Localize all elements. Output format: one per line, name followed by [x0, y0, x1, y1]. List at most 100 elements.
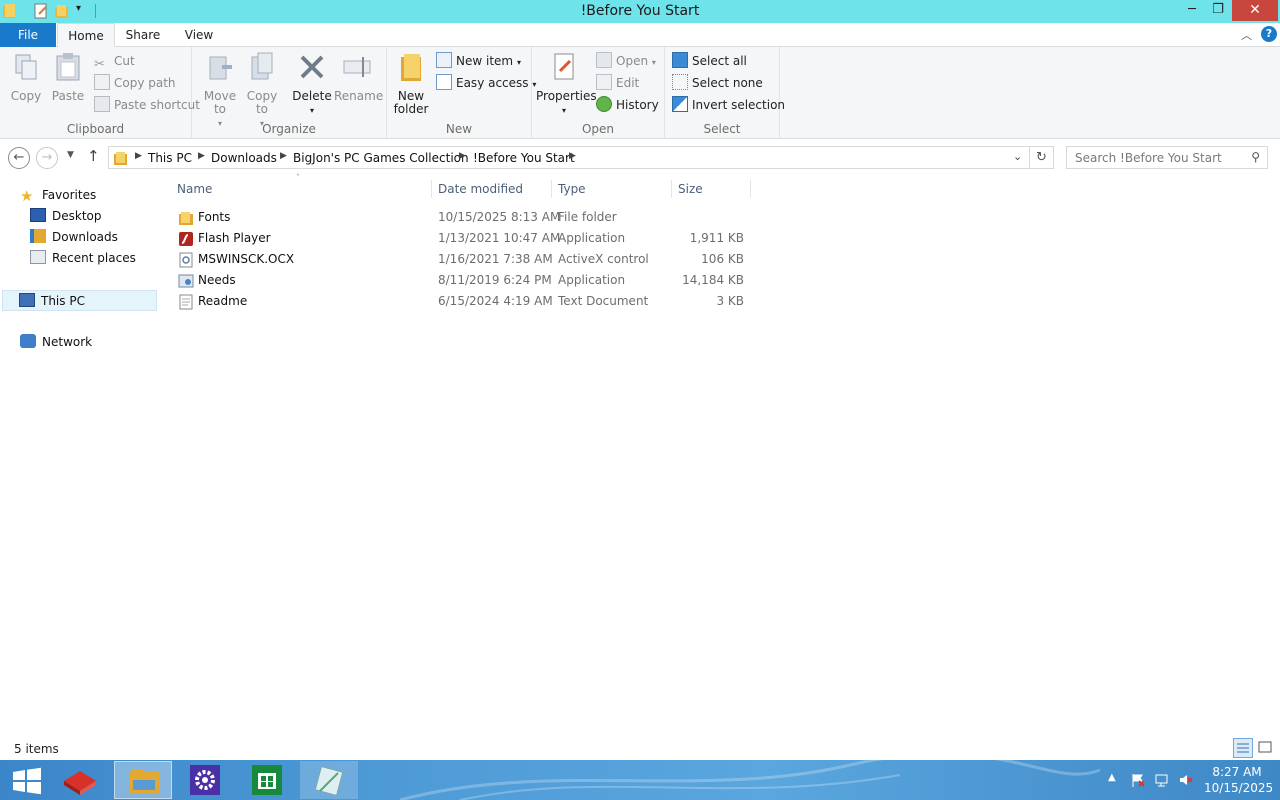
select-all-button[interactable]: Select all: [672, 51, 747, 71]
volume-muted-icon[interactable]: [1178, 772, 1194, 788]
nav-recent-places[interactable]: Recent places: [30, 248, 136, 268]
help-icon[interactable]: ?: [1261, 26, 1277, 42]
new-item-button[interactable]: New item ▾: [436, 51, 521, 71]
gear-icon: [190, 765, 220, 795]
refresh-button[interactable]: ↻: [1030, 146, 1054, 169]
close-button[interactable]: ✕: [1232, 0, 1278, 21]
clipboard-group: Copy Paste ✂ Cut Copy path Paste shortcut…: [0, 47, 200, 139]
taskbar-wave-decoration: [400, 760, 1100, 800]
column-header-name[interactable]: Name: [171, 180, 432, 198]
details-view-button[interactable]: [1233, 738, 1253, 758]
open-button[interactable]: Open ▾: [596, 51, 656, 71]
show-hidden-icons[interactable]: ▲: [1108, 772, 1124, 788]
breadcrumb-games-collection[interactable]: BigJon's PC Games Collection: [293, 151, 469, 165]
new-folder-button[interactable]: New folder: [391, 51, 431, 116]
file-row[interactable]: Readme 6/15/2024 4:19 AM Text Document 3…: [175, 291, 750, 312]
easy-access-button[interactable]: Easy access ▾: [436, 73, 536, 93]
taskbar-red-app[interactable]: [52, 761, 110, 799]
copy-path-button[interactable]: Copy path: [94, 73, 176, 93]
taskbar-notepad[interactable]: [300, 761, 358, 799]
tab-share[interactable]: Share: [118, 23, 168, 47]
rename-button[interactable]: Rename: [334, 51, 383, 103]
delete-button[interactable]: Delete ▾: [292, 51, 332, 117]
history-button[interactable]: History: [596, 95, 659, 115]
move-to-label: Move to: [203, 89, 237, 116]
network-tray-icon[interactable]: [1154, 772, 1170, 788]
nav-downloads-label: Downloads: [52, 230, 118, 244]
taskbar-clock[interactable]: 8:27 AM 10/15/2025: [1204, 764, 1274, 796]
recent-locations-icon[interactable]: ▼: [67, 150, 74, 160]
properties-button[interactable]: Properties ▾: [536, 51, 597, 117]
clock-time: 8:27 AM: [1212, 765, 1262, 779]
breadcrumb-separator-icon: ▶: [569, 151, 576, 161]
network-icon: [20, 334, 36, 348]
organize-group: Move to ▾ Copy to ▾ Delete ▾ Rename Organiz…: [192, 47, 387, 139]
breadcrumb-this-pc[interactable]: This PC: [148, 151, 192, 165]
refresh-icon: ↻: [1036, 150, 1047, 165]
file-row[interactable]: MSWINSCK.OCX 1/16/2021 7:38 AM ActiveX c…: [175, 249, 750, 270]
breadcrumb-before-you-start[interactable]: !Before You Start: [473, 151, 575, 165]
back-button[interactable]: ←: [8, 147, 30, 169]
tab-home[interactable]: Home: [57, 23, 115, 48]
flash-player-icon: [179, 232, 193, 246]
restore-button[interactable]: ❐: [1204, 0, 1232, 21]
select-group: Select all Select none Invert selection …: [665, 47, 785, 139]
action-center-flag-icon[interactable]: [1130, 772, 1146, 788]
paste-shortcut-icon: [94, 96, 110, 112]
file-date: 8/11/2019 6:24 PM: [438, 273, 552, 287]
minimize-button[interactable]: ─: [1178, 0, 1206, 21]
column-header-size[interactable]: Size: [672, 180, 751, 198]
select-none-button[interactable]: Select none: [672, 73, 763, 93]
search-placeholder: Search !Before You Start: [1075, 151, 1222, 165]
breadcrumb-downloads[interactable]: Downloads: [211, 151, 277, 165]
nav-this-pc[interactable]: This PC: [2, 290, 157, 311]
folder-icon: [114, 152, 127, 165]
tab-file[interactable]: File: [0, 23, 56, 47]
copy-to-button[interactable]: Copy to ▾: [242, 51, 282, 130]
taskbar-file-explorer[interactable]: [114, 761, 172, 799]
move-to-button[interactable]: Move to ▾: [200, 51, 240, 130]
paste-button[interactable]: Paste: [48, 51, 88, 103]
collapse-ribbon-icon[interactable]: ︿: [1241, 27, 1252, 43]
select-none-icon: [672, 74, 688, 90]
nav-network[interactable]: Network: [20, 332, 92, 352]
nav-downloads[interactable]: Downloads: [30, 227, 118, 247]
edit-button[interactable]: Edit: [596, 73, 639, 93]
start-button[interactable]: [0, 761, 58, 799]
file-row[interactable]: Needs 8/11/2019 6:24 PM Application 14,1…: [175, 270, 750, 291]
open-label: Open: [616, 54, 649, 68]
file-row[interactable]: Flash Player 1/13/2021 10:47 AM Applicat…: [175, 228, 750, 249]
invert-selection-label: Invert selection: [692, 98, 786, 112]
file-explorer-icon: [129, 769, 159, 794]
activex-icon: [179, 252, 193, 268]
copy-label: Copy: [10, 89, 42, 103]
taskbar-store[interactable]: [238, 761, 296, 799]
properties-icon: [554, 53, 574, 80]
breadcrumb-separator-icon: ▶: [280, 151, 287, 161]
nav-favorites[interactable]: ★ Favorites: [20, 185, 96, 205]
paste-shortcut-button[interactable]: Paste shortcut: [94, 95, 200, 115]
file-type: ActiveX control: [558, 252, 649, 266]
address-dropdown-icon[interactable]: ⌄: [1013, 150, 1022, 163]
invert-selection-button[interactable]: Invert selection: [672, 95, 785, 115]
forward-button[interactable]: →: [36, 147, 58, 169]
copy-button[interactable]: Copy: [6, 51, 46, 103]
search-input[interactable]: Search !Before You Start ⚲: [1066, 146, 1268, 169]
column-header-type[interactable]: Type: [552, 180, 672, 198]
up-arrow-icon[interactable]: ↑: [87, 147, 100, 165]
copy-path-label: Copy path: [114, 76, 176, 90]
status-item-count: 5 items: [14, 742, 59, 756]
clock-date: 10/15/2025: [1204, 781, 1274, 795]
copy-icon: [15, 54, 37, 80]
address-bar[interactable]: ▶ This PC ▶ Downloads ▶ BigJon's PC Game…: [108, 146, 1030, 169]
new-folder-icon: [401, 54, 421, 81]
taskbar-settings-app[interactable]: [176, 761, 234, 799]
nav-desktop[interactable]: Desktop: [30, 206, 102, 226]
move-to-icon: [209, 56, 232, 80]
large-icons-view-button[interactable]: [1256, 738, 1276, 758]
file-row[interactable]: Fonts 10/15/2025 8:13 AM File folder: [175, 207, 750, 228]
new-group: New folder New item ▾ Easy access ▾ New: [387, 47, 536, 139]
cut-button[interactable]: ✂ Cut: [94, 51, 135, 72]
tab-view[interactable]: View: [174, 23, 224, 47]
column-header-date[interactable]: Date modified: [432, 180, 552, 198]
